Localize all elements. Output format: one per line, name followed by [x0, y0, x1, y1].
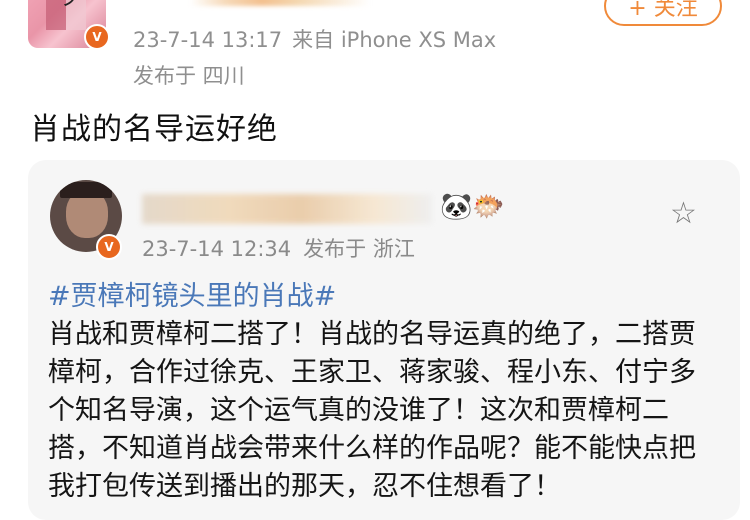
repost-date: 23-7-14 12:34 — [142, 237, 292, 261]
avatar-mark: ヲ — [58, 0, 80, 12]
repost-author-name-redacted[interactable] — [142, 194, 432, 224]
follow-button[interactable]: + 关注 — [604, 0, 722, 26]
verified-badge-icon: V — [84, 24, 110, 50]
repost-body: 肖战和贾樟柯二搭了！肖战的名导运真的绝了，二搭贾樟柯，合作过徐克、王家卫、蒋家骏… — [48, 319, 696, 502]
author-name-redacted[interactable] — [190, 0, 370, 6]
post-meta: 23-7-14 13:17 来自 iPhone XS Max — [133, 24, 506, 54]
post-text: 肖战的名导运好绝 — [30, 112, 278, 147]
post-location: 发布于 四川 — [133, 64, 245, 88]
post-date: 23-7-14 13:17 — [133, 28, 283, 52]
repost-location: 发布于 浙江 — [303, 237, 415, 261]
panda-emoji-icon: 🐼 — [440, 192, 473, 222]
favorite-star-icon[interactable]: ☆ — [670, 196, 697, 231]
hashtag-link[interactable]: #贾樟柯镜头里的肖战# — [48, 278, 708, 316]
repost-meta: 23-7-14 12:34 发布于 浙江 — [142, 233, 427, 263]
follow-label: + 关注 — [628, 0, 698, 21]
repost-content: #贾樟柯镜头里的肖战# 肖战和贾樟柯二搭了！肖战的名导运真的绝了，二搭贾樟柯，合… — [48, 278, 708, 506]
repost-verified-badge-icon: V — [96, 234, 122, 260]
avatar-hat — [60, 182, 112, 198]
post-device: 来自 iPhone XS Max — [292, 28, 497, 52]
pufferfish-emoji-icon: 🐡 — [472, 192, 505, 222]
